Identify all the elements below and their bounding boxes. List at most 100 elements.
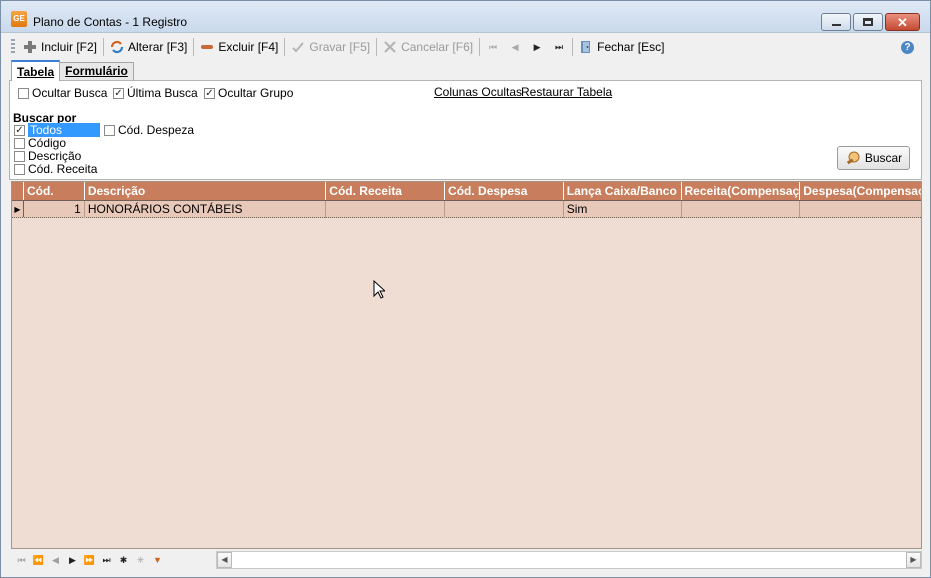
checkmark-icon: ✓ xyxy=(14,124,25,136)
table-row[interactable]: ▶ 1 HONORÁRIOS CONTÁBEIS Sim xyxy=(12,200,921,218)
data-grid[interactable]: Cód. Descrição Cód. Receita Cód. Despesa… xyxy=(11,181,922,549)
grid-navigator: ⏮ ⏪ ◀ ▶ ⏩ ⏭ ✱ ✳ ▼ ◀ ▶ xyxy=(11,550,922,570)
grid-header: Cód. Descrição Cód. Receita Cód. Despesa… xyxy=(12,182,921,200)
close-button[interactable]: ✕ xyxy=(885,13,920,31)
cell-cod-receita[interactable] xyxy=(326,201,446,218)
plus-icon xyxy=(24,41,36,53)
column-header-cod-receita[interactable]: Cód. Receita xyxy=(326,182,446,200)
scroll-left-icon[interactable]: ◀ xyxy=(217,552,232,568)
column-header-lanca-caixa[interactable]: Lança Caixa/Banco xyxy=(564,182,682,200)
refresh-icon xyxy=(110,40,124,54)
tab-tabela[interactable]: Tabela xyxy=(11,60,61,81)
column-header-despesa-compensacao[interactable]: Despesa(Compensaç xyxy=(800,182,921,200)
column-header-cod[interactable]: Cód. xyxy=(24,182,85,200)
incluir-label: Incluir [F2] xyxy=(41,40,98,54)
ultima-busca-label: Última Busca xyxy=(127,86,198,100)
checkbox-box xyxy=(14,137,25,149)
cell-cod[interactable]: 1 xyxy=(24,201,85,218)
minimize-icon xyxy=(831,24,841,26)
todos-checkbox[interactable]: ✓ Todos xyxy=(14,123,100,137)
title-bar[interactable]: GE Plano de Contas - 1 Registro ✕ xyxy=(1,1,930,33)
excluir-button[interactable]: Excluir [F4] xyxy=(196,37,282,57)
cancelar-button[interactable]: Cancelar [F6] xyxy=(379,37,477,57)
maximize-icon xyxy=(863,18,873,26)
column-header-cod-despesa[interactable]: Cód. Despesa xyxy=(445,182,564,200)
row-indicator-icon: ▶ xyxy=(12,201,24,217)
cell-lanca-caixa[interactable]: Sim xyxy=(564,201,682,218)
insert-record-icon[interactable]: ✱ xyxy=(115,555,132,566)
codigo-label: Código xyxy=(28,136,67,150)
toolbar-separator xyxy=(572,38,574,56)
header-indicator xyxy=(12,182,24,200)
fechar-button[interactable]: Fechar [Esc] xyxy=(575,37,668,57)
ultima-busca-checkbox[interactable]: ✓ Última Busca xyxy=(113,86,198,100)
app-icon: GE xyxy=(11,11,27,27)
horizontal-scrollbar[interactable]: ◀ ▶ xyxy=(216,551,922,569)
incluir-button[interactable]: Incluir [F2] xyxy=(19,37,101,57)
cancel-x-icon xyxy=(384,41,396,53)
plano-de-contas-window: GE Plano de Contas - 1 Registro ✕ Inclui… xyxy=(0,0,931,578)
last-page-icon[interactable]: ⏭ xyxy=(98,555,115,566)
door-exit-icon xyxy=(581,41,591,53)
checkbox-box xyxy=(104,124,115,136)
tab-formulario[interactable]: Formulário xyxy=(59,62,134,80)
ocultar-busca-label: Ocultar Busca xyxy=(32,86,108,100)
first-page-icon[interactable]: ⏮ xyxy=(13,555,30,566)
cell-cod-despesa[interactable] xyxy=(445,201,564,218)
prev-page-icon[interactable]: ⏪ xyxy=(30,555,47,566)
next-record-icon[interactable]: ▶ xyxy=(526,42,548,53)
checkbox-box xyxy=(14,150,25,162)
toolbar: Incluir [F2] Alterar [F3] Excluir [F4] G… xyxy=(9,36,923,58)
cod-despeza-label: Cód. Despeza xyxy=(118,123,195,137)
toolbar-separator xyxy=(479,38,481,56)
next-page-icon[interactable]: ⏩ xyxy=(81,555,98,566)
buscar-label: Buscar xyxy=(864,151,903,165)
maximize-button[interactable] xyxy=(853,13,883,31)
cod-despeza-checkbox[interactable]: Cód. Despeza xyxy=(104,123,194,137)
ocultar-grupo-label: Ocultar Grupo xyxy=(218,86,294,100)
alterar-label: Alterar [F3] xyxy=(128,40,188,54)
column-header-descricao[interactable]: Descrição xyxy=(85,182,327,200)
minimize-button[interactable] xyxy=(821,13,851,31)
cod-receita-label: Cód. Receita xyxy=(28,162,98,176)
toolbar-grip[interactable] xyxy=(11,39,15,55)
scroll-right-icon[interactable]: ▶ xyxy=(906,552,921,568)
prev-record-icon[interactable]: ◀ xyxy=(504,42,526,53)
ocultar-busca-checkbox[interactable]: Ocultar Busca xyxy=(18,86,107,100)
excluir-label: Excluir [F4] xyxy=(218,40,279,54)
cell-receita-compensacao[interactable] xyxy=(682,201,801,218)
buscar-button[interactable]: Buscar xyxy=(837,146,910,170)
column-header-receita-compensacao[interactable]: Receita(Compensaç xyxy=(682,182,801,200)
todos-label: Todos xyxy=(28,123,100,137)
restaurar-tabela-link[interactable]: Restaurar Tabela xyxy=(521,85,612,99)
descricao-checkbox[interactable]: Descrição xyxy=(14,149,81,163)
last-record-icon[interactable]: ⏭ xyxy=(548,42,570,53)
help-icon[interactable]: ? xyxy=(901,41,914,54)
alterar-button[interactable]: Alterar [F3] xyxy=(106,37,191,57)
descricao-label: Descrição xyxy=(28,149,82,163)
ocultar-grupo-checkbox[interactable]: ✓ Ocultar Grupo xyxy=(204,86,293,100)
toolbar-separator xyxy=(284,38,286,56)
minus-icon xyxy=(201,45,214,49)
gravar-button[interactable]: Gravar [F5] xyxy=(287,37,374,57)
close-icon: ✕ xyxy=(897,14,908,30)
codigo-checkbox[interactable]: Código xyxy=(14,136,66,150)
colunas-ocultas-link[interactable]: Colunas Ocultas xyxy=(434,85,522,99)
checkmark-icon: ✓ xyxy=(204,87,215,99)
prev-icon[interactable]: ◀ xyxy=(47,555,64,566)
filter-icon[interactable]: ▼ xyxy=(149,555,166,565)
mouse-cursor-icon xyxy=(373,280,385,299)
cancelar-label: Cancelar [F6] xyxy=(401,40,474,54)
toolbar-separator xyxy=(376,38,378,56)
search-panel: Ocultar Busca ✓ Última Busca ✓ Ocultar G… xyxy=(9,80,922,180)
cell-despesa-compensacao[interactable] xyxy=(800,201,921,218)
window-title: Plano de Contas - 1 Registro xyxy=(33,15,188,29)
append-record-icon[interactable]: ✳ xyxy=(132,555,149,566)
gravar-label: Gravar [F5] xyxy=(309,40,371,54)
next-icon[interactable]: ▶ xyxy=(64,555,81,566)
fechar-label: Fechar [Esc] xyxy=(597,40,665,54)
cell-descricao[interactable]: HONORÁRIOS CONTÁBEIS xyxy=(85,201,327,218)
checkbox-box xyxy=(14,163,25,175)
first-record-icon[interactable]: ⏮ xyxy=(482,42,504,53)
cod-receita-checkbox[interactable]: Cód. Receita xyxy=(14,162,97,176)
